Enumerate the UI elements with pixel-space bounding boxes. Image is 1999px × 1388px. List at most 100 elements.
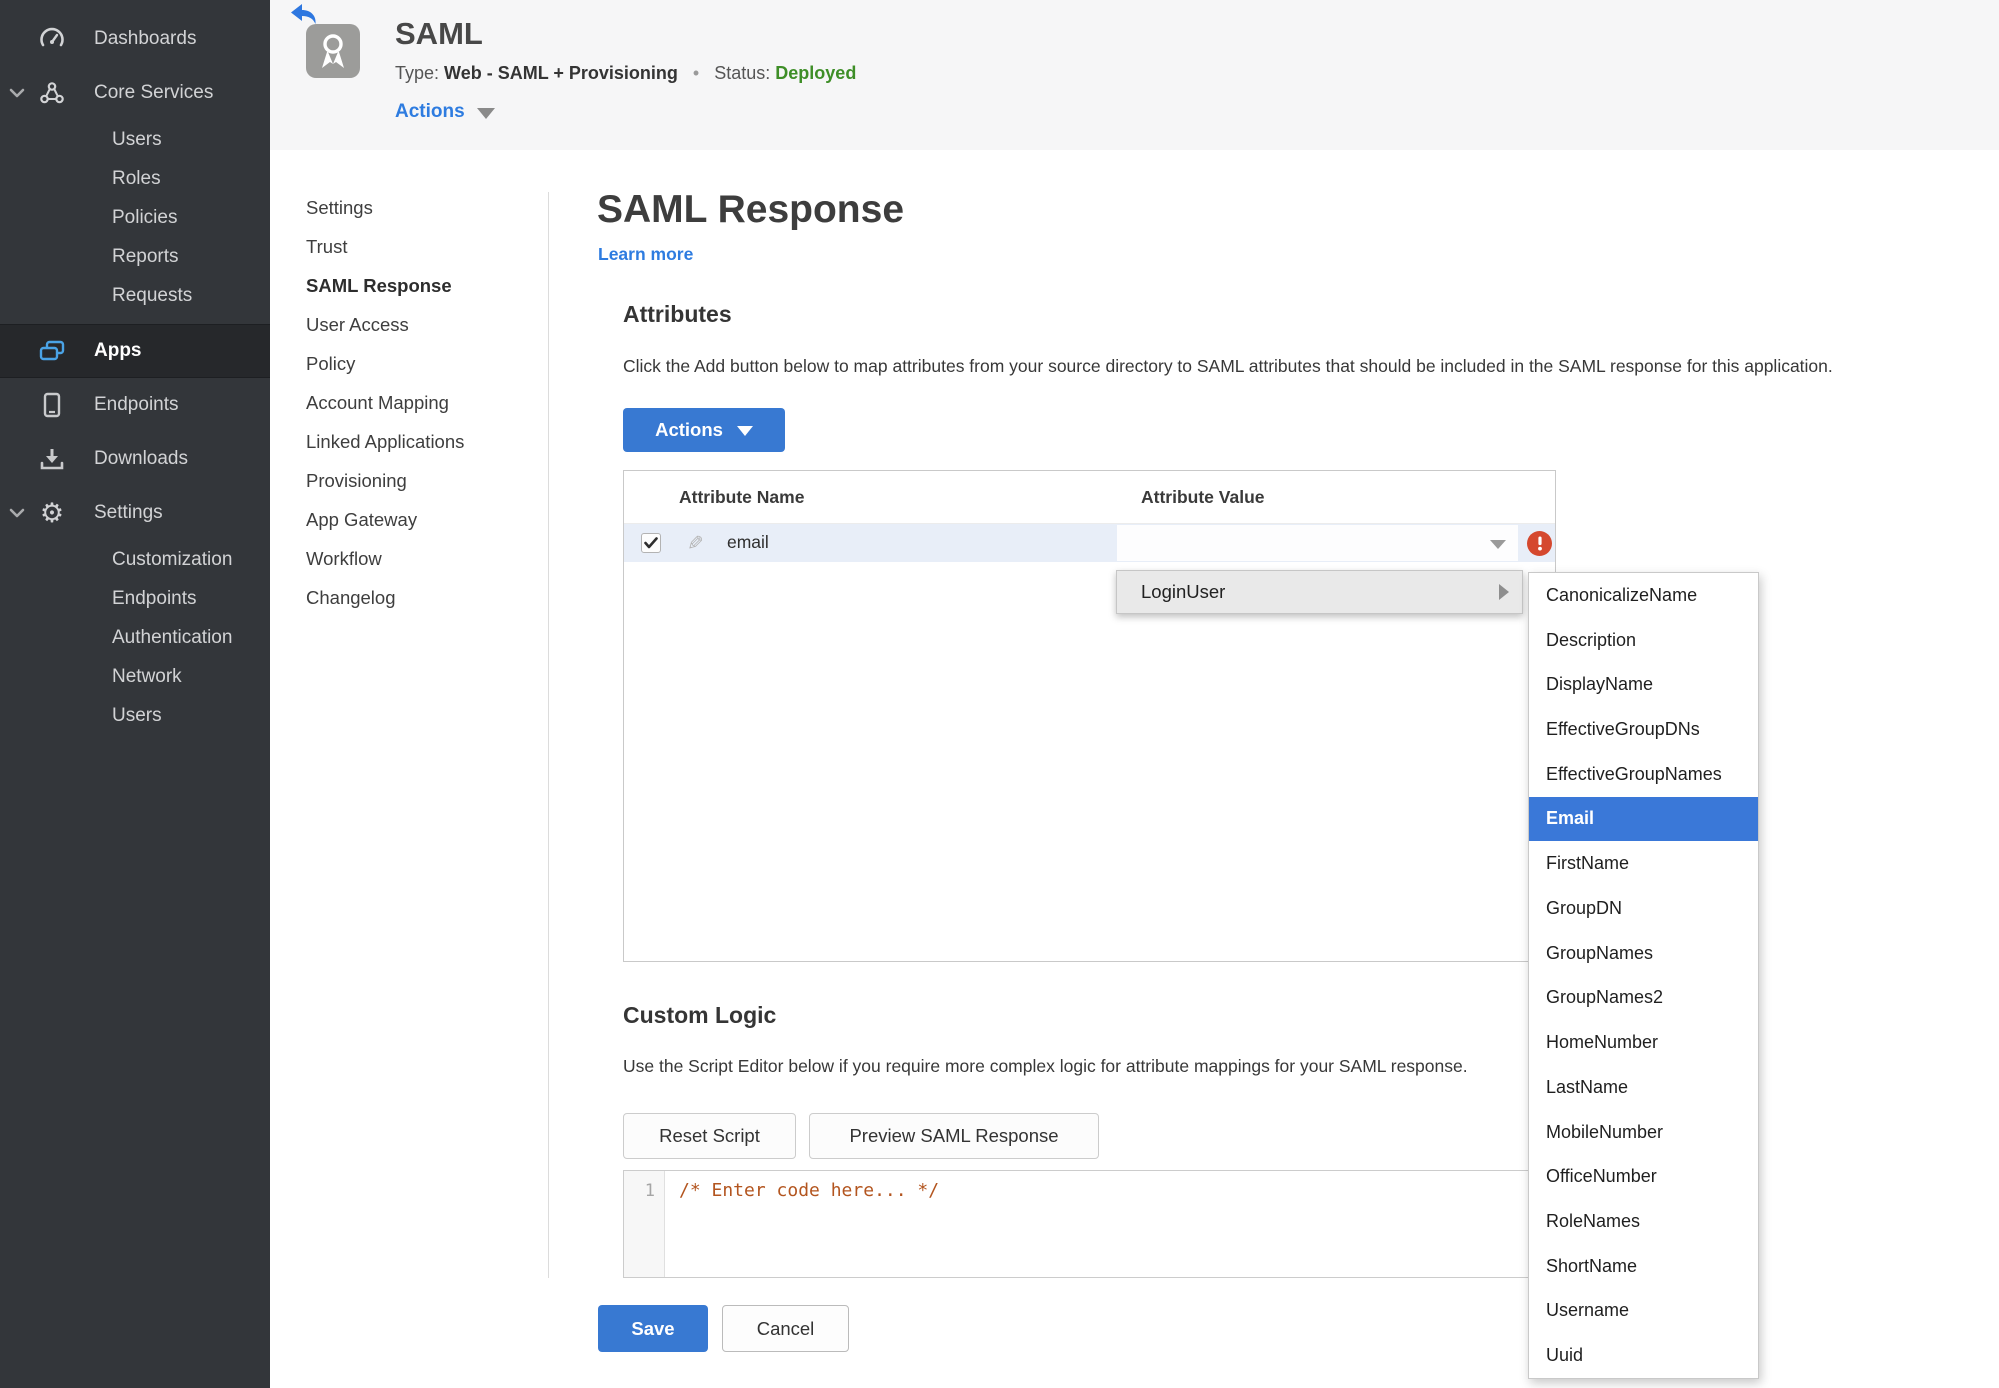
type-label: Type:	[395, 63, 440, 83]
sidebar-item-authentication[interactable]: Authentication	[0, 618, 270, 657]
menu-item-uuid[interactable]: Uuid	[1529, 1333, 1758, 1378]
sidebar-item-downloads[interactable]: Downloads	[0, 432, 270, 486]
sidebar-item-label: Users	[112, 128, 162, 150]
download-icon	[34, 447, 70, 471]
sidebar-item-label: Apps	[94, 340, 142, 361]
nav-item-provisioning[interactable]: Provisioning	[306, 461, 536, 500]
menu-item-canonicalizename[interactable]: CanonicalizeName	[1529, 573, 1758, 618]
attributes-description: Click the Add button below to map attrib…	[623, 356, 1833, 376]
nav-item-saml-response[interactable]: SAML Response	[306, 266, 536, 305]
nav-item-changelog[interactable]: Changelog	[306, 578, 536, 617]
editor-line-number: 1	[624, 1171, 665, 1277]
sidebar-item-apps[interactable]: Apps	[0, 324, 270, 378]
sidebar-item-settings-endpoints[interactable]: Endpoints	[0, 579, 270, 618]
attribute-name-cell: email	[727, 532, 769, 552]
menu-item-homenumber[interactable]: HomeNumber	[1529, 1020, 1758, 1065]
sidebar-item-label: Requests	[112, 284, 193, 306]
menu-item-mobilenumber[interactable]: MobileNumber	[1529, 1110, 1758, 1155]
menu-item-rolenames[interactable]: RoleNames	[1529, 1199, 1758, 1244]
custom-logic-heading: Custom Logic	[623, 1002, 777, 1028]
nav-divider	[548, 192, 549, 1278]
menu-item-groupnames[interactable]: GroupNames	[1529, 931, 1758, 976]
menu-item-displayname[interactable]: DisplayName	[1529, 662, 1758, 707]
actions-button-label: Actions	[655, 419, 723, 440]
sidebar-item-label: Roles	[112, 167, 161, 189]
menu-item-lastname[interactable]: LastName	[1529, 1065, 1758, 1110]
nav-item-trust[interactable]: Trust	[306, 227, 536, 266]
header-actions-dropdown[interactable]: Actions	[395, 101, 495, 123]
nav-item-linked-applications[interactable]: Linked Applications	[306, 422, 536, 461]
status-badge: Deployed	[775, 63, 857, 83]
sidebar-item-label: Policies	[112, 206, 178, 228]
nav-item-policy[interactable]: Policy	[306, 344, 536, 383]
menu-item-username[interactable]: Username	[1529, 1289, 1758, 1334]
sidebar-item-label: Endpoints	[94, 394, 179, 415]
attributes-actions-button[interactable]: Actions	[623, 408, 785, 452]
script-editor[interactable]: 1 /* Enter code here... */	[623, 1170, 1556, 1278]
status-label: Status:	[714, 63, 771, 83]
award-ribbon-icon	[306, 24, 360, 78]
save-button[interactable]: Save	[598, 1305, 708, 1352]
menu-item-firstname[interactable]: FirstName	[1529, 841, 1758, 886]
sidebar-item-users[interactable]: Users	[0, 120, 270, 159]
sidebar-item-settings[interactable]: ⚙ Settings	[0, 486, 270, 540]
row-checkbox[interactable]	[641, 533, 661, 553]
sidebar-item-endpoints[interactable]: Endpoints	[0, 378, 270, 432]
sidebar-item-roles[interactable]: Roles	[0, 159, 270, 198]
sidebar-item-customization[interactable]: Customization	[0, 540, 270, 579]
sidebar-item-network[interactable]: Network	[0, 657, 270, 696]
page-title: SAML	[395, 16, 483, 51]
nav-item-user-access[interactable]: User Access	[306, 305, 536, 344]
sidebar-item-label: Customization	[112, 548, 233, 570]
chevron-down-icon[interactable]	[0, 88, 34, 99]
triangle-right-icon	[1499, 584, 1509, 600]
apps-icon	[34, 339, 70, 363]
attributes-heading: Attributes	[623, 301, 732, 327]
menu-item-effectivegroupdns[interactable]: EffectiveGroupDNs	[1529, 707, 1758, 752]
cancel-button[interactable]: Cancel	[722, 1305, 849, 1352]
app-meta: Type: Web - SAML + Provisioning • Status…	[395, 63, 856, 84]
app-nav: Settings Trust SAML Response User Access…	[306, 188, 536, 617]
sidebar-item-dashboards[interactable]: Dashboards	[0, 12, 270, 66]
sidebar-item-label: Reports	[112, 245, 179, 267]
triangle-down-icon[interactable]	[1490, 540, 1506, 549]
gauge-icon	[34, 27, 70, 51]
nav-item-workflow[interactable]: Workflow	[306, 539, 536, 578]
sidebar-item-label: Downloads	[94, 448, 188, 469]
learn-more-link[interactable]: Learn more	[598, 244, 693, 265]
sidebar-item-requests[interactable]: Requests	[0, 276, 270, 315]
menu-item-effectivegroupnames[interactable]: EffectiveGroupNames	[1529, 752, 1758, 797]
column-header-attribute-name: Attribute Name	[679, 486, 805, 507]
preview-saml-response-button[interactable]: Preview SAML Response	[809, 1113, 1099, 1159]
separator-dot: •	[692, 63, 700, 83]
type-value: Web - SAML + Provisioning	[444, 63, 678, 83]
sidebar-item-label: Network	[112, 665, 182, 687]
menu-item-groupnames2[interactable]: GroupNames2	[1529, 975, 1758, 1020]
endpoint-icon	[34, 392, 70, 418]
menu-item-description[interactable]: Description	[1529, 618, 1758, 663]
table-row[interactable]: ✎ email	[624, 524, 1555, 562]
value-menu-loginuser[interactable]: LoginUser	[1116, 570, 1523, 614]
menu-item-officenumber[interactable]: OfficeNumber	[1529, 1154, 1758, 1199]
nav-item-app-gateway[interactable]: App Gateway	[306, 500, 536, 539]
sidebar-item-label: Settings	[94, 502, 163, 523]
reset-script-button[interactable]: Reset Script	[623, 1113, 796, 1159]
sidebar-item-label: Core Services	[94, 82, 214, 103]
sidebar-item-core-services[interactable]: Core Services	[0, 66, 270, 120]
sidebar-item-reports[interactable]: Reports	[0, 237, 270, 276]
menu-item-shortname[interactable]: ShortName	[1529, 1244, 1758, 1289]
nav-item-account-mapping[interactable]: Account Mapping	[306, 383, 536, 422]
pencil-icon[interactable]: ✎	[687, 531, 704, 556]
sidebar-item-policies[interactable]: Policies	[0, 198, 270, 237]
menu-item-groupdn[interactable]: GroupDN	[1529, 886, 1758, 931]
sidebar-item-settings-users[interactable]: Users	[0, 696, 270, 735]
menu-item-email[interactable]: Email	[1529, 796, 1758, 842]
sidebar-item-label: Dashboards	[94, 28, 197, 49]
chevron-down-icon[interactable]	[0, 508, 34, 519]
sidebar-item-label: Authentication	[112, 626, 233, 648]
sidebar-item-label: Users	[112, 704, 162, 726]
attribute-value-combobox[interactable]	[1117, 525, 1518, 561]
editor-code[interactable]: /* Enter code here... */	[665, 1171, 1555, 1277]
nav-item-settings[interactable]: Settings	[306, 188, 536, 227]
triangle-down-icon	[476, 108, 495, 119]
